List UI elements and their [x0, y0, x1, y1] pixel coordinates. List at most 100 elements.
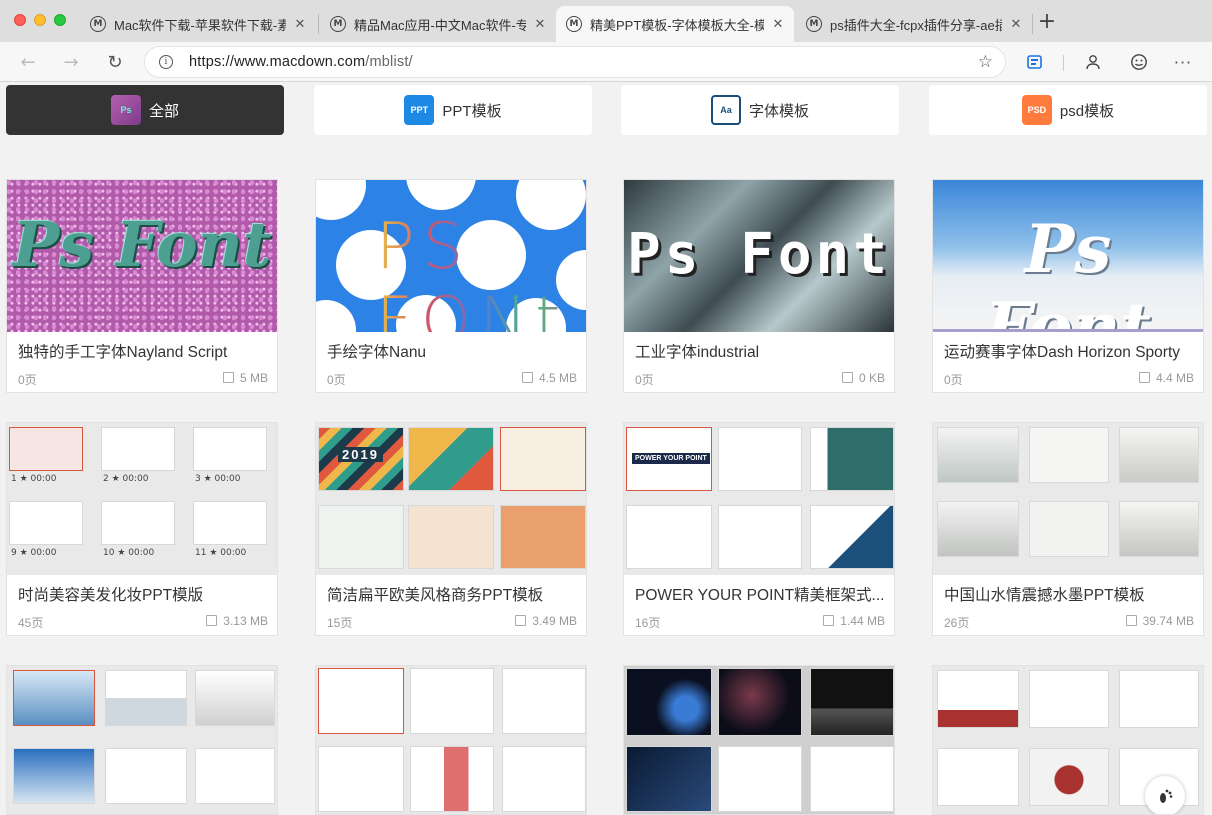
- tab-bar: M Mac软件下载-苹果软件下载-素材 ✕ M 精品Mac应用-中文Mac软件-…: [0, 0, 1212, 42]
- favorite-star-icon[interactable]: ☆: [978, 52, 993, 72]
- macdown-favicon-icon: M: [330, 16, 346, 32]
- macdown-favicon-icon: M: [806, 16, 822, 32]
- slide-caption: 1 ★ 00:00: [11, 474, 57, 484]
- card-title[interactable]: POWER YOUR POINT精美框架式...: [635, 583, 885, 605]
- disk-icon: [1138, 372, 1150, 383]
- disk-icon: [1125, 615, 1137, 626]
- card-title[interactable]: 中国山水情震撼水墨PPT模板: [944, 583, 1194, 605]
- browser-tab-3-active[interactable]: M 精美PPT模板-字体模板大全-模 ✕: [556, 6, 794, 42]
- file-size-value: 3.49 MB: [532, 614, 577, 628]
- close-tab-icon[interactable]: ✕: [770, 17, 786, 32]
- category-all[interactable]: Ps 全部: [6, 85, 284, 135]
- template-card[interactable]: Ps Font 运动赛事字体Dash Horizon Sporty 0页 4.4…: [932, 179, 1204, 393]
- template-thumbnail[interactable]: PS FONt: [316, 180, 586, 332]
- file-size-value: 1.44 MB: [840, 614, 885, 628]
- macdown-favicon-icon: M: [90, 16, 106, 32]
- template-thumbnail[interactable]: [933, 423, 1203, 575]
- page-count: 45页: [18, 616, 44, 630]
- reload-icon[interactable]: ↻: [102, 49, 128, 75]
- template-thumbnail[interactable]: Ps Font: [7, 180, 277, 332]
- page-count: 26页: [944, 616, 970, 630]
- file-size: 0 KB: [841, 371, 885, 385]
- template-card[interactable]: POWER YOUR POINT POWER YOUR POINT精美框架式..…: [623, 422, 895, 636]
- template-thumbnail[interactable]: Ps Font: [933, 180, 1203, 332]
- url-path: /mblist/: [365, 54, 413, 70]
- browser-toolbar: ← → ↻ i https://www.macdown.com/mblist/ …: [0, 42, 1212, 82]
- template-thumbnail[interactable]: POWER YOUR POINT: [624, 423, 894, 575]
- minimize-window-button[interactable]: [34, 14, 46, 26]
- file-size: 39.74 MB: [1125, 614, 1194, 628]
- tab-title: ps插件大全-fcpx插件分享-ae插: [830, 17, 1002, 33]
- template-thumbnail[interactable]: [316, 666, 586, 814]
- card-title[interactable]: 运动赛事字体Dash Horizon Sporty: [944, 340, 1194, 362]
- thumbnail-text: 2019: [338, 447, 383, 462]
- profile-icon[interactable]: [1080, 49, 1106, 75]
- template-card[interactable]: Ps Font 工业字体industrial 0页 0 KB: [623, 179, 895, 393]
- browser-tab-2[interactable]: M 精品Mac应用-中文Mac软件-专 ✕: [320, 6, 556, 42]
- card-meta: 0页 5 MB: [18, 371, 268, 388]
- card-title[interactable]: 手绘字体Nanu: [327, 340, 577, 362]
- close-tab-icon[interactable]: ✕: [292, 17, 308, 32]
- thumbnail-text: PS FONt: [376, 210, 586, 332]
- file-size: 3.13 MB: [206, 614, 268, 628]
- card-meta: 16页 1.44 MB: [635, 614, 885, 631]
- browser-tab-4[interactable]: M ps插件大全-fcpx插件分享-ae插 ✕: [796, 6, 1032, 42]
- card-title[interactable]: 独特的手工字体Nayland Script: [18, 340, 268, 362]
- card-title[interactable]: 工业字体industrial: [635, 340, 885, 362]
- template-thumbnail[interactable]: Ps Font: [624, 180, 894, 332]
- category-ppt[interactable]: PPT PPT模板: [314, 85, 592, 135]
- close-tab-icon[interactable]: ✕: [1008, 17, 1024, 32]
- slide-caption: 11 ★ 00:00: [195, 548, 247, 558]
- category-psd[interactable]: PSD psd模板: [929, 85, 1207, 135]
- close-window-button[interactable]: [14, 14, 26, 26]
- template-card[interactable]: [315, 665, 587, 815]
- emoji-feedback-icon[interactable]: [1126, 49, 1152, 75]
- psd-icon: PSD: [1021, 95, 1052, 125]
- template-card[interactable]: 1 ★ 00:00 2 ★ 00:00 3 ★ 00:00 9 ★ 00:00 …: [6, 422, 278, 636]
- card-title[interactable]: 时尚美容美发化妆PPT模版: [18, 583, 268, 605]
- file-size-value: 5 MB: [239, 371, 268, 385]
- browser-tab-1[interactable]: M Mac软件下载-苹果软件下载-素材 ✕: [80, 6, 316, 42]
- new-tab-button[interactable]: +: [1036, 11, 1058, 34]
- template-thumbnail[interactable]: [7, 666, 277, 814]
- slide-caption: 2 ★ 00:00: [103, 474, 149, 484]
- template-card[interactable]: [932, 665, 1204, 815]
- template-thumbnail[interactable]: 1 ★ 00:00 2 ★ 00:00 3 ★ 00:00 9 ★ 00:00 …: [7, 423, 277, 575]
- maximize-window-button[interactable]: [54, 14, 66, 26]
- category-label: PPT模板: [442, 102, 502, 120]
- footprint-icon[interactable]: [1145, 776, 1185, 814]
- template-card[interactable]: 2019 简洁扁平欧美风格商务PPT模板 15页 3.49 MB: [315, 422, 587, 636]
- template-thumbnail[interactable]: [624, 666, 894, 814]
- url-text[interactable]: https://www.macdown.com/mblist/: [189, 54, 413, 70]
- address-bar[interactable]: i https://www.macdown.com/mblist/ ☆: [144, 46, 1006, 78]
- close-tab-icon[interactable]: ✕: [532, 17, 548, 32]
- font-icon: Aa: [710, 95, 741, 125]
- collections-icon[interactable]: [1022, 49, 1048, 75]
- page-count: 15页: [327, 616, 353, 630]
- category-font[interactable]: Aa 字体模板: [621, 85, 899, 135]
- template-card[interactable]: [623, 665, 895, 815]
- site-info-icon[interactable]: i: [159, 55, 173, 69]
- disk-icon: [521, 372, 533, 383]
- template-thumbnail[interactable]: 2019: [316, 423, 586, 575]
- more-menu-icon[interactable]: ···: [1170, 49, 1196, 75]
- disk-icon: [823, 615, 835, 626]
- file-size-value: 3.13 MB: [223, 614, 268, 628]
- file-size-value: 4.4 MB: [1155, 371, 1194, 385]
- forward-arrow-icon[interactable]: →: [58, 49, 84, 75]
- slide-caption: 10 ★ 00:00: [103, 548, 155, 558]
- file-size: 3.49 MB: [515, 614, 577, 628]
- toolbar-divider: [1063, 55, 1064, 71]
- disk-icon: [841, 372, 853, 383]
- card-meta: 45页 3.13 MB: [18, 614, 268, 631]
- template-card[interactable]: PS FONt 手绘字体Nanu 0页 4.5 MB: [315, 179, 587, 393]
- template-card[interactable]: 中国山水情震撼水墨PPT模板 26页 39.74 MB: [932, 422, 1204, 636]
- back-arrow-icon[interactable]: ←: [15, 49, 41, 75]
- template-card[interactable]: Ps Font 独特的手工字体Nayland Script 0页 5 MB: [6, 179, 278, 393]
- card-title[interactable]: 简洁扁平欧美风格商务PPT模板: [327, 583, 577, 605]
- file-size-value: 0 KB: [858, 371, 885, 385]
- card-meta: 15页 3.49 MB: [327, 614, 577, 631]
- template-card[interactable]: [6, 665, 278, 815]
- page-count: 0页: [18, 373, 37, 387]
- disk-icon: [515, 615, 527, 626]
